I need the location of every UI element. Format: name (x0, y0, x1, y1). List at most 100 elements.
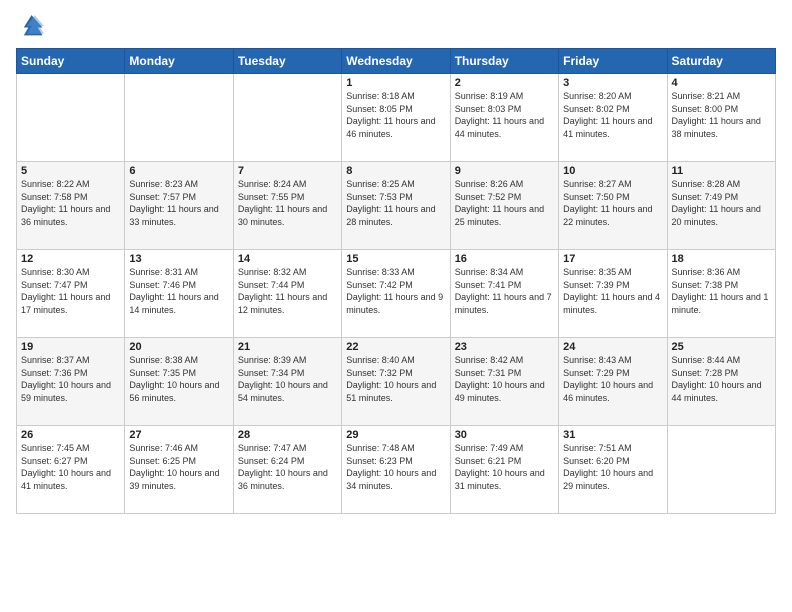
day-info: Sunrise: 8:18 AMSunset: 8:05 PMDaylight:… (346, 90, 445, 140)
day-info: Sunrise: 8:39 AMSunset: 7:34 PMDaylight:… (238, 354, 337, 404)
day-info: Sunrise: 8:21 AMSunset: 8:00 PMDaylight:… (672, 90, 771, 140)
day-number: 23 (455, 341, 554, 353)
day-number: 2 (455, 77, 554, 89)
day-info: Sunrise: 8:27 AMSunset: 7:50 PMDaylight:… (563, 178, 662, 228)
calendar-cell: 12Sunrise: 8:30 AMSunset: 7:47 PMDayligh… (17, 250, 125, 338)
calendar-cell: 15Sunrise: 8:33 AMSunset: 7:42 PMDayligh… (342, 250, 450, 338)
calendar-cell: 29Sunrise: 7:48 AMSunset: 6:23 PMDayligh… (342, 426, 450, 514)
day-info: Sunrise: 8:40 AMSunset: 7:32 PMDaylight:… (346, 354, 445, 404)
day-number: 15 (346, 253, 445, 265)
calendar-cell: 7Sunrise: 8:24 AMSunset: 7:55 PMDaylight… (233, 162, 341, 250)
calendar-cell: 26Sunrise: 7:45 AMSunset: 6:27 PMDayligh… (17, 426, 125, 514)
calendar-cell: 2Sunrise: 8:19 AMSunset: 8:03 PMDaylight… (450, 74, 558, 162)
day-info: Sunrise: 8:28 AMSunset: 7:49 PMDaylight:… (672, 178, 771, 228)
calendar: SundayMondayTuesdayWednesdayThursdayFrid… (16, 48, 776, 514)
day-info: Sunrise: 8:24 AMSunset: 7:55 PMDaylight:… (238, 178, 337, 228)
day-number: 12 (21, 253, 120, 265)
day-info: Sunrise: 8:22 AMSunset: 7:58 PMDaylight:… (21, 178, 120, 228)
day-number: 25 (672, 341, 771, 353)
calendar-cell: 17Sunrise: 8:35 AMSunset: 7:39 PMDayligh… (559, 250, 667, 338)
day-info: Sunrise: 8:36 AMSunset: 7:38 PMDaylight:… (672, 266, 771, 316)
day-number: 6 (129, 165, 228, 177)
day-info: Sunrise: 7:49 AMSunset: 6:21 PMDaylight:… (455, 442, 554, 492)
day-number: 22 (346, 341, 445, 353)
day-number: 29 (346, 429, 445, 441)
day-number: 20 (129, 341, 228, 353)
day-number: 7 (238, 165, 337, 177)
calendar-week-row: 19Sunrise: 8:37 AMSunset: 7:36 PMDayligh… (17, 338, 776, 426)
day-info: Sunrise: 8:32 AMSunset: 7:44 PMDaylight:… (238, 266, 337, 316)
page: SundayMondayTuesdayWednesdayThursdayFrid… (0, 0, 792, 612)
day-number: 5 (21, 165, 120, 177)
day-number: 26 (21, 429, 120, 441)
day-number: 24 (563, 341, 662, 353)
calendar-cell: 24Sunrise: 8:43 AMSunset: 7:29 PMDayligh… (559, 338, 667, 426)
day-info: Sunrise: 8:31 AMSunset: 7:46 PMDaylight:… (129, 266, 228, 316)
day-info: Sunrise: 8:35 AMSunset: 7:39 PMDaylight:… (563, 266, 662, 316)
day-info: Sunrise: 7:45 AMSunset: 6:27 PMDaylight:… (21, 442, 120, 492)
day-number: 8 (346, 165, 445, 177)
calendar-cell: 6Sunrise: 8:23 AMSunset: 7:57 PMDaylight… (125, 162, 233, 250)
calendar-cell: 14Sunrise: 8:32 AMSunset: 7:44 PMDayligh… (233, 250, 341, 338)
day-number: 14 (238, 253, 337, 265)
day-number: 1 (346, 77, 445, 89)
weekday-header: Wednesday (342, 49, 450, 74)
calendar-cell: 21Sunrise: 8:39 AMSunset: 7:34 PMDayligh… (233, 338, 341, 426)
day-number: 31 (563, 429, 662, 441)
calendar-cell (233, 74, 341, 162)
calendar-cell: 20Sunrise: 8:38 AMSunset: 7:35 PMDayligh… (125, 338, 233, 426)
calendar-week-row: 12Sunrise: 8:30 AMSunset: 7:47 PMDayligh… (17, 250, 776, 338)
day-info: Sunrise: 8:34 AMSunset: 7:41 PMDaylight:… (455, 266, 554, 316)
weekday-header: Saturday (667, 49, 775, 74)
calendar-cell (667, 426, 775, 514)
day-number: 27 (129, 429, 228, 441)
weekday-header: Tuesday (233, 49, 341, 74)
calendar-week-row: 1Sunrise: 8:18 AMSunset: 8:05 PMDaylight… (17, 74, 776, 162)
day-info: Sunrise: 7:46 AMSunset: 6:25 PMDaylight:… (129, 442, 228, 492)
calendar-cell: 8Sunrise: 8:25 AMSunset: 7:53 PMDaylight… (342, 162, 450, 250)
calendar-cell: 19Sunrise: 8:37 AMSunset: 7:36 PMDayligh… (17, 338, 125, 426)
calendar-cell: 25Sunrise: 8:44 AMSunset: 7:28 PMDayligh… (667, 338, 775, 426)
calendar-cell: 13Sunrise: 8:31 AMSunset: 7:46 PMDayligh… (125, 250, 233, 338)
weekday-row: SundayMondayTuesdayWednesdayThursdayFrid… (17, 49, 776, 74)
calendar-cell: 27Sunrise: 7:46 AMSunset: 6:25 PMDayligh… (125, 426, 233, 514)
calendar-week-row: 26Sunrise: 7:45 AMSunset: 6:27 PMDayligh… (17, 426, 776, 514)
day-number: 11 (672, 165, 771, 177)
day-number: 19 (21, 341, 120, 353)
day-number: 9 (455, 165, 554, 177)
calendar-cell: 5Sunrise: 8:22 AMSunset: 7:58 PMDaylight… (17, 162, 125, 250)
logo-icon (16, 12, 44, 40)
day-info: Sunrise: 8:38 AMSunset: 7:35 PMDaylight:… (129, 354, 228, 404)
calendar-cell: 16Sunrise: 8:34 AMSunset: 7:41 PMDayligh… (450, 250, 558, 338)
day-info: Sunrise: 7:47 AMSunset: 6:24 PMDaylight:… (238, 442, 337, 492)
day-info: Sunrise: 8:19 AMSunset: 8:03 PMDaylight:… (455, 90, 554, 140)
day-info: Sunrise: 8:30 AMSunset: 7:47 PMDaylight:… (21, 266, 120, 316)
calendar-cell: 4Sunrise: 8:21 AMSunset: 8:00 PMDaylight… (667, 74, 775, 162)
header (16, 12, 776, 40)
day-info: Sunrise: 7:48 AMSunset: 6:23 PMDaylight:… (346, 442, 445, 492)
day-info: Sunrise: 8:43 AMSunset: 7:29 PMDaylight:… (563, 354, 662, 404)
day-info: Sunrise: 8:25 AMSunset: 7:53 PMDaylight:… (346, 178, 445, 228)
day-info: Sunrise: 8:44 AMSunset: 7:28 PMDaylight:… (672, 354, 771, 404)
day-number: 10 (563, 165, 662, 177)
calendar-cell: 10Sunrise: 8:27 AMSunset: 7:50 PMDayligh… (559, 162, 667, 250)
calendar-cell: 31Sunrise: 7:51 AMSunset: 6:20 PMDayligh… (559, 426, 667, 514)
calendar-cell: 28Sunrise: 7:47 AMSunset: 6:24 PMDayligh… (233, 426, 341, 514)
day-number: 13 (129, 253, 228, 265)
day-number: 3 (563, 77, 662, 89)
weekday-header: Thursday (450, 49, 558, 74)
day-number: 28 (238, 429, 337, 441)
weekday-header: Monday (125, 49, 233, 74)
calendar-cell: 30Sunrise: 7:49 AMSunset: 6:21 PMDayligh… (450, 426, 558, 514)
calendar-cell (125, 74, 233, 162)
calendar-cell: 1Sunrise: 8:18 AMSunset: 8:05 PMDaylight… (342, 74, 450, 162)
day-info: Sunrise: 8:42 AMSunset: 7:31 PMDaylight:… (455, 354, 554, 404)
calendar-cell: 18Sunrise: 8:36 AMSunset: 7:38 PMDayligh… (667, 250, 775, 338)
day-number: 4 (672, 77, 771, 89)
calendar-body: 1Sunrise: 8:18 AMSunset: 8:05 PMDaylight… (17, 74, 776, 514)
day-number: 17 (563, 253, 662, 265)
calendar-cell: 9Sunrise: 8:26 AMSunset: 7:52 PMDaylight… (450, 162, 558, 250)
calendar-header: SundayMondayTuesdayWednesdayThursdayFrid… (17, 49, 776, 74)
weekday-header: Sunday (17, 49, 125, 74)
day-number: 18 (672, 253, 771, 265)
